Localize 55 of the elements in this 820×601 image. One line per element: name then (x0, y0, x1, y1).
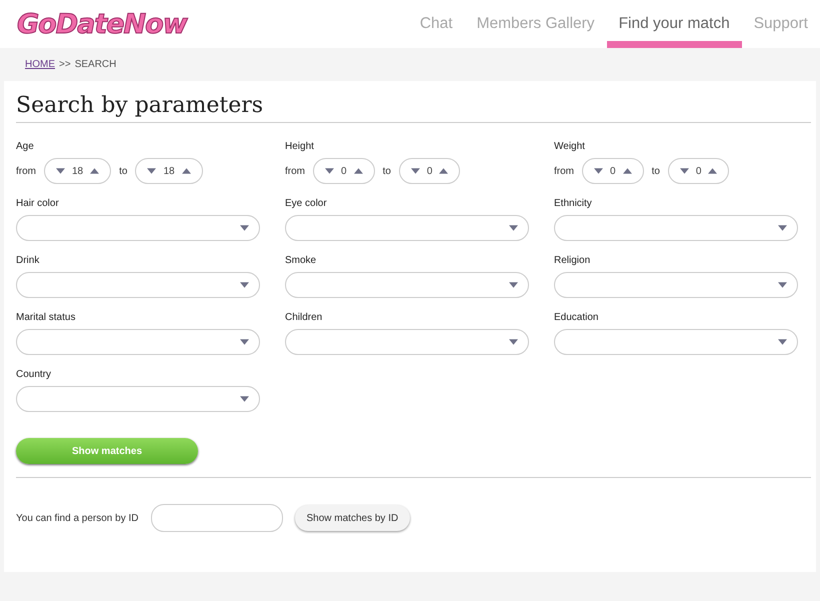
field-label: Age (16, 141, 35, 152)
page-title: Search by parameters (16, 93, 811, 123)
breadcrumb-link[interactable]: HOME (25, 59, 55, 70)
number-spinner[interactable]: 18 (135, 158, 203, 184)
number-spinner[interactable]: 0 (668, 158, 730, 184)
field-label: Eye color (285, 198, 328, 209)
caret-icon (778, 339, 787, 345)
from-label: from (285, 166, 305, 176)
decrement-icon[interactable] (410, 168, 420, 174)
caret-icon (778, 282, 787, 288)
breadcrumb-current: SEARCH (74, 59, 116, 70)
id-field[interactable] (150, 504, 282, 532)
show-matches-by-id-button[interactable]: Show matches by ID (294, 505, 410, 531)
to-label: to (119, 166, 128, 176)
decrement-icon[interactable] (56, 168, 65, 174)
to-label: to (652, 166, 660, 176)
decrement-icon[interactable] (680, 168, 689, 174)
number-spinner[interactable]: 0 (313, 158, 375, 184)
caret-icon (509, 339, 518, 345)
increment-icon[interactable] (182, 168, 191, 174)
caret-icon (509, 225, 518, 231)
field-label: Smoke (285, 255, 318, 266)
field-label: Religion (554, 255, 592, 266)
nav-tab[interactable]: Find your match (606, 0, 742, 48)
increment-icon[interactable] (622, 168, 632, 174)
from-label: from (16, 166, 36, 176)
increment-icon[interactable] (708, 168, 718, 174)
from-label: from (554, 166, 574, 176)
caret-icon (240, 339, 249, 345)
field-label: Children (285, 312, 324, 323)
to-label: to (382, 166, 391, 176)
breadcrumb-separator: >> (59, 59, 71, 70)
number-spinner[interactable]: 0 (398, 158, 460, 184)
field-label: Country (16, 369, 52, 380)
field-label: Hair color (16, 198, 60, 209)
caret-icon (240, 282, 249, 288)
id-search-label: You can find a person by ID (16, 512, 138, 524)
decrement-icon[interactable] (147, 168, 156, 174)
field-label: Drink (16, 255, 40, 266)
increment-icon[interactable] (354, 168, 363, 174)
field-label: Weight (554, 141, 586, 152)
increment-icon[interactable] (439, 168, 448, 174)
decrement-icon[interactable] (594, 168, 603, 174)
decrement-icon[interactable] (325, 168, 334, 174)
caret-icon (240, 396, 249, 402)
caret-icon (240, 225, 249, 231)
field-label: Height (285, 141, 315, 152)
field-label: Ethnicity (554, 198, 593, 209)
caret-icon (778, 225, 787, 231)
field-label: Marital status (16, 312, 76, 323)
number-spinner[interactable]: 18 (44, 158, 112, 184)
increment-icon[interactable] (90, 168, 100, 174)
field-label: Education (554, 312, 600, 323)
caret-icon (509, 282, 518, 288)
number-spinner[interactable]: 0 (582, 158, 644, 184)
